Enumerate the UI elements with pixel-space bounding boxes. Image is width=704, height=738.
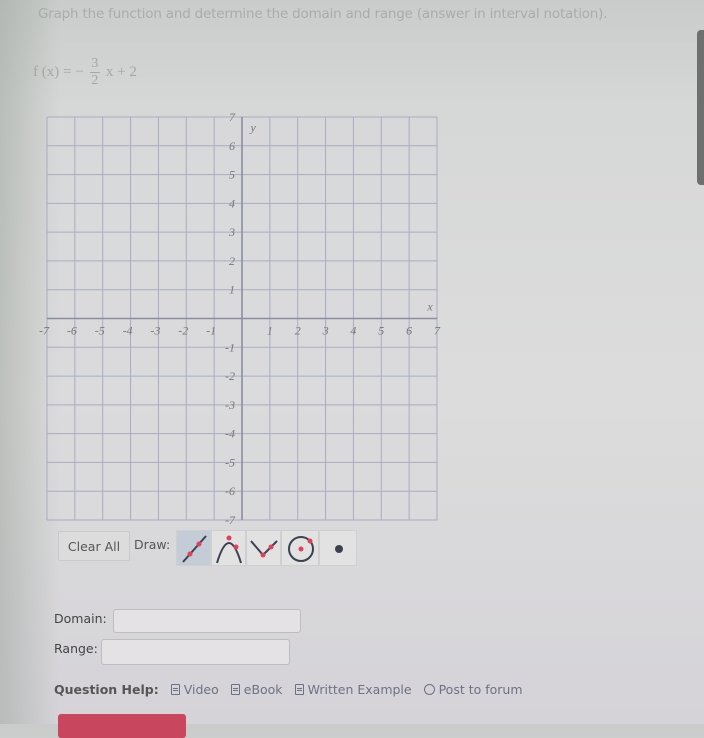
- submit-question-button[interactable]: [58, 714, 186, 738]
- draw-label: Draw:: [134, 537, 171, 552]
- x-axis-label: x: [426, 300, 433, 314]
- domain-input[interactable]: [113, 609, 301, 633]
- domain-label: Domain:: [54, 611, 107, 626]
- y-tick-label: 3: [228, 225, 235, 239]
- line-tool-button[interactable]: [176, 530, 211, 566]
- scrollbar-thumb[interactable]: [697, 30, 704, 185]
- y-tick-label: -1: [225, 340, 235, 354]
- parabola-tool-button[interactable]: [211, 530, 246, 566]
- x-tick-label: -3: [150, 324, 160, 338]
- range-label: Range:: [54, 641, 98, 656]
- point-tool-icon: [335, 545, 343, 553]
- y-tick-label: -5: [225, 455, 235, 469]
- written-example-link-label: Written Example: [307, 682, 412, 697]
- clear-all-button[interactable]: Clear All: [58, 531, 130, 561]
- y-axis-label: y: [249, 120, 256, 134]
- y-tick-label: 6: [229, 139, 235, 153]
- written-example-link[interactable]: Written Example: [294, 682, 412, 697]
- x-tick-label: -6: [67, 324, 77, 338]
- y-tick-label: 2: [229, 254, 235, 268]
- x-tick-label: -1: [206, 324, 216, 338]
- document-icon: [170, 684, 180, 695]
- x-tick-label: 1: [267, 324, 273, 338]
- y-tick-label: -3: [225, 398, 235, 412]
- y-tick-label: 7: [229, 110, 236, 124]
- chat-icon: [423, 684, 435, 695]
- video-link-label: Video: [183, 682, 219, 697]
- question-help-title: Question Help:: [54, 682, 159, 697]
- y-tick-label: -4: [225, 427, 235, 441]
- document-icon: [294, 684, 304, 695]
- parabola-tool-icon: [216, 535, 242, 564]
- x-tick-label: 5: [378, 324, 384, 338]
- y-tick-label: -2: [225, 369, 235, 383]
- ebook-link-label: eBook: [243, 682, 283, 697]
- y-tick-label: -6: [225, 484, 235, 498]
- document-icon: [230, 684, 240, 695]
- circle-tool-button[interactable]: [281, 530, 319, 566]
- point-tool-button[interactable]: [319, 530, 357, 566]
- range-input[interactable]: [101, 639, 290, 665]
- line-tool-icon: [182, 535, 207, 563]
- y-tick-label: 5: [229, 168, 235, 182]
- absolute-value-tool-button[interactable]: [246, 530, 281, 566]
- x-tick-label: -5: [95, 324, 105, 338]
- post-to-forum-link[interactable]: Post to forum: [423, 682, 523, 697]
- x-tick-label: 4: [350, 324, 356, 338]
- absolute-value-tool-icon: [250, 540, 278, 558]
- ebook-link[interactable]: eBook: [230, 682, 283, 697]
- y-tick-label: 1: [229, 283, 235, 297]
- y-tick-label: 4: [229, 196, 235, 210]
- x-tick-label: 6: [406, 324, 412, 338]
- x-tick-label: -7: [39, 324, 50, 338]
- x-tick-label: -4: [123, 324, 133, 338]
- question-help: Question Help: Video eBook Written Examp…: [54, 682, 523, 697]
- video-link[interactable]: Video: [170, 682, 219, 697]
- x-tick-label: -2: [178, 324, 188, 338]
- x-tick-label: 3: [322, 324, 329, 338]
- y-tick-label: -7: [225, 513, 236, 527]
- x-tick-label: 2: [295, 324, 301, 338]
- circle-tool-icon: [288, 536, 314, 562]
- x-tick-label: 7: [434, 324, 441, 338]
- post-to-forum-link-label: Post to forum: [438, 682, 523, 697]
